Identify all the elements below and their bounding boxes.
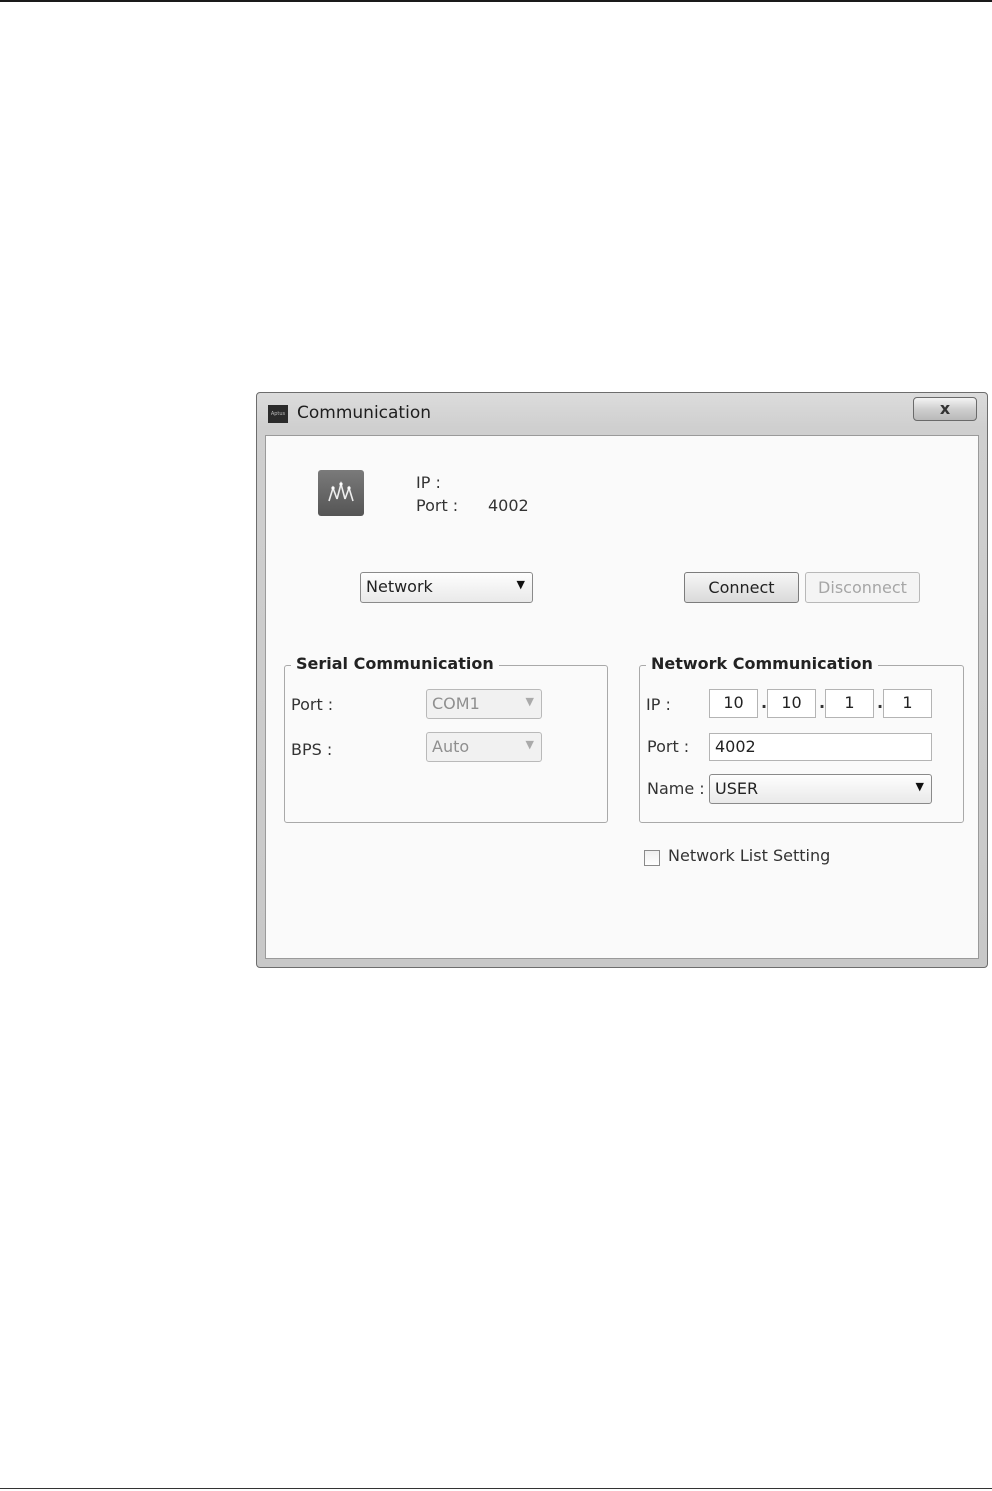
disconnect-button[interactable]: Disconnect (805, 572, 920, 603)
page-top-rule (0, 0, 992, 2)
serial-port-value: COM1 (432, 694, 480, 713)
close-button[interactable]: x (913, 397, 977, 421)
network-name-value: USER (715, 779, 759, 798)
dialog-body: IP : Port : 4002 Network ▼ Connect Disco… (265, 435, 979, 959)
ip-octet-3[interactable]: 1 (825, 689, 874, 718)
serial-bps-select[interactable]: Auto ▼ (426, 732, 542, 762)
chevron-down-icon: ▼ (915, 780, 924, 793)
ip-octet-1[interactable]: 10 (709, 689, 758, 718)
header-port-value: 4002 (488, 496, 529, 515)
network-ip-label: IP : (646, 695, 671, 714)
serial-communication-legend: Serial Communication (291, 654, 499, 673)
network-communication-legend: Network Communication (646, 654, 878, 673)
header-port-label: Port : (416, 496, 459, 515)
serial-bps-value: Auto (432, 737, 470, 756)
close-icon: x (939, 399, 951, 418)
serial-port-label: Port : (291, 695, 334, 714)
network-name-label: Name : (647, 779, 705, 798)
connection-type-value: Network (366, 577, 433, 596)
window-title: Communication (297, 403, 431, 423)
chevron-down-icon: ▼ (516, 578, 525, 591)
serial-bps-label: BPS : (291, 740, 333, 759)
connection-type-select[interactable]: Network ▼ (360, 572, 533, 603)
header-ip-label: IP : (416, 473, 441, 492)
app-logo-icon: Aptus (268, 405, 288, 423)
serial-communication-group: Serial Communication Port : COM1 ▼ BPS :… (284, 654, 608, 823)
title-bar[interactable]: Aptus Communication x (257, 393, 987, 435)
chevron-down-icon: ▼ (525, 738, 534, 751)
network-list-setting-label[interactable]: Network List Setting (668, 846, 830, 865)
network-name-select[interactable]: USER ▼ (709, 774, 932, 804)
connect-button[interactable]: Connect (684, 572, 799, 603)
chevron-down-icon: ▼ (525, 695, 534, 708)
network-list-setting-checkbox[interactable] (644, 850, 660, 866)
communication-dialog: Aptus Communication x IP : Port : 4002 N… (256, 392, 988, 968)
network-port-label: Port : (647, 737, 690, 756)
page-bottom-rule (0, 1488, 992, 1489)
ip-octet-2[interactable]: 10 (767, 689, 816, 718)
serial-port-select[interactable]: COM1 ▼ (426, 689, 542, 719)
network-port-input[interactable]: 4002 (709, 733, 932, 761)
ip-octet-4[interactable]: 1 (883, 689, 932, 718)
signal-antenna-icon (318, 470, 364, 516)
network-communication-group: Network Communication IP : 10 . 10 . 1 .… (639, 654, 964, 823)
